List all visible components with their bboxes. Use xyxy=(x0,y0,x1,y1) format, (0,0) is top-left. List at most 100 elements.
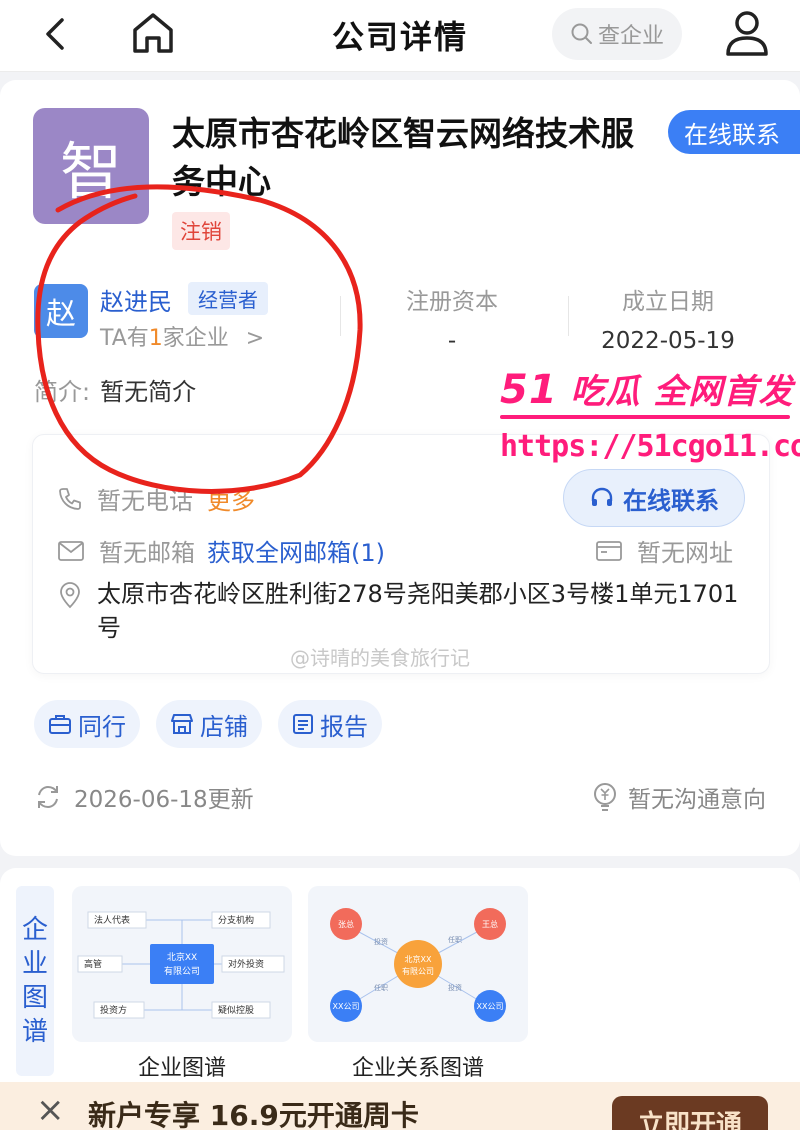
founding-date-value: 2022-05-19 xyxy=(601,328,735,354)
holder-avatar[interactable]: 赵 xyxy=(34,284,88,338)
company-logo: 智 xyxy=(33,108,149,224)
website-text: 暂无网址 xyxy=(637,539,733,567)
relationship-graph-caption: 企业关系图谱 xyxy=(351,1056,484,1081)
email-text: 暂无邮箱 xyxy=(99,539,195,567)
chip-peers[interactable]: 同行 xyxy=(34,700,140,748)
search-icon xyxy=(571,23,592,44)
top-nav: 公司详情 查企业 xyxy=(0,0,800,72)
holder-company-count-link[interactable]: TA有1家企业 > xyxy=(100,320,264,352)
watermark: @诗晴的美食旅行记 xyxy=(290,646,470,670)
overlay-promo: 51 吃瓜 全网首发 https://51cgo11.com xyxy=(500,364,800,464)
online-contact-button-label: 在线联系 xyxy=(623,486,719,515)
count-prefix: TA有 xyxy=(100,326,149,351)
intro-value: 暂无简介 xyxy=(100,378,197,406)
overlay-brand-number: 51 xyxy=(500,367,558,413)
phone-text: 暂无电话 xyxy=(97,487,193,515)
search-input[interactable]: 查企业 xyxy=(552,8,682,60)
quick-action-chips: 同行 店铺 报告 xyxy=(34,700,382,748)
graph1-node: 投资方 xyxy=(100,1004,127,1016)
chevron-right-icon: > xyxy=(245,326,265,351)
relationship-graph-card[interactable]: 北京XX 有限公司 张总 王总 XX公司 XX公司 投资 任职 任职 投资 xyxy=(308,886,528,1042)
report-icon xyxy=(293,714,313,734)
graph1-center-label: 有限公司 xyxy=(164,965,200,977)
graph2-node: 王总 xyxy=(482,919,498,929)
graph-tab-char: 图 xyxy=(21,983,48,1013)
location-pin-icon xyxy=(60,582,80,609)
contact-box: 暂无电话 更多 在线联系 暂无邮箱 获取全网邮箱(1) 暂无网址 太原市杏花岭区… xyxy=(32,434,770,674)
holder-name-link[interactable]: 赵进民 xyxy=(100,282,172,317)
intent-text: 暂无沟通意向 xyxy=(628,787,766,813)
company-detail-page: 公司详情 查企业 智 太原市杏花岭区智云网络技术服务中心 在线联系 注销 赵 赵… xyxy=(0,0,800,1130)
chip-report[interactable]: 报告 xyxy=(278,700,382,748)
founding-date-label: 成立日期 xyxy=(622,289,714,315)
overlay-line xyxy=(500,415,790,419)
update-time: 2026-06-18更新 xyxy=(34,780,254,814)
graph1-node: 分支机构 xyxy=(218,914,254,926)
graph-tab-char: 业 xyxy=(21,949,48,979)
company-intro: 简介: 暂无简介 xyxy=(34,372,196,407)
registered-capital-label: 注册资本 xyxy=(406,289,498,315)
holder-role-badge: 经营者 xyxy=(188,282,268,315)
search-placeholder: 查企业 xyxy=(598,24,665,49)
registered-capital-value: - xyxy=(447,328,457,354)
get-email-link[interactable]: 获取全网邮箱(1) xyxy=(207,533,385,568)
overlay-brand: 51 吃瓜 全网首发 xyxy=(500,364,795,413)
count-suffix: 家企业 xyxy=(162,326,229,351)
phone-row: 暂无电话 更多 xyxy=(57,481,255,516)
graph1-node: 法人代表 xyxy=(94,914,130,926)
overlay-url: https://51cgo11.com xyxy=(500,429,800,464)
enterprise-graph-card[interactable]: 北京XX 有限公司 法人代表 分支机构 高管 对外投资 投资方 疑似控股 xyxy=(72,886,292,1042)
store-icon xyxy=(171,714,193,734)
graph-tab-char: 谱 xyxy=(21,1017,48,1047)
email-row: 暂无邮箱 获取全网邮箱(1) xyxy=(57,533,385,568)
money-bulb-icon xyxy=(594,783,616,811)
graph2-center-label: 北京XX xyxy=(405,954,432,964)
graph1-node: 高管 xyxy=(84,958,102,970)
company-card: 智 太原市杏花岭区智云网络技术服务中心 在线联系 注销 赵 赵进民 经营者 TA… xyxy=(0,80,800,856)
graph2-node: XX公司 xyxy=(477,1002,504,1011)
online-contact-button[interactable]: 在线联系 xyxy=(563,469,745,527)
graph2-node: 张总 xyxy=(338,919,354,929)
chip-store-label: 店铺 xyxy=(200,712,248,741)
graph1-node: 疑似控股 xyxy=(218,1004,254,1016)
website-row: 暂无网址 xyxy=(595,533,733,568)
online-contact-tag[interactable]: 在线联系 xyxy=(668,110,800,154)
overlay-brand-text: 吃瓜 全网首发 xyxy=(570,372,794,412)
promo-text: 新户专享 16.9元开通周卡 xyxy=(88,1099,419,1130)
intro-label: 简介: xyxy=(34,378,91,406)
phone-icon xyxy=(59,487,81,510)
graph2-edge-label: 投资 xyxy=(448,983,462,992)
headset-icon xyxy=(591,487,613,506)
count-number: 1 xyxy=(148,326,163,351)
mail-icon xyxy=(58,540,84,561)
refresh-icon xyxy=(38,785,58,809)
graph2-node: XX公司 xyxy=(333,1002,360,1011)
user-icon[interactable] xyxy=(722,8,772,60)
website-icon xyxy=(596,540,622,561)
open-now-button[interactable]: 立即开通 xyxy=(612,1096,768,1130)
company-name: 太原市杏花岭区智云网络技术服务中心 xyxy=(172,114,634,201)
graph-tab-char: 企 xyxy=(21,915,48,945)
graph2-edge-label: 投资 xyxy=(374,937,388,946)
close-icon[interactable]: × xyxy=(36,1090,65,1130)
graph2-edge-label: 任职 xyxy=(374,983,388,992)
status-badge: 注销 xyxy=(172,212,230,250)
chip-store[interactable]: 店铺 xyxy=(156,700,262,748)
communication-intent[interactable]: 暂无沟通意向 xyxy=(592,780,766,814)
enterprise-graph-caption: 企业图谱 xyxy=(137,1056,226,1081)
registered-capital: 注册资本 - xyxy=(352,282,552,354)
enterprise-graph-section: 企 业 图 谱 北京XX 有限公司 法人代表 分支机构 高管 对外投资 投资方 … xyxy=(0,868,800,1098)
founding-date: 成立日期 2022-05-19 xyxy=(568,282,768,354)
graph2-center-label: 有限公司 xyxy=(402,966,434,976)
bottom-promo-bar: × 新户专享 16.9元开通周卡 立即开通 xyxy=(0,1082,800,1130)
address-text: 太原市杏花岭区胜利街278号尧阳美郡小区3号楼1单元1701号 xyxy=(97,580,739,642)
address-row[interactable]: 太原市杏花岭区胜利街278号尧阳美郡小区3号楼1单元1701号 xyxy=(57,577,757,645)
graph-section-tab: 企 业 图 谱 xyxy=(16,886,54,1076)
divider xyxy=(340,296,341,336)
briefcase-icon xyxy=(49,715,71,734)
chip-report-label: 报告 xyxy=(320,712,368,741)
chip-peers-label: 同行 xyxy=(78,712,126,741)
graph2-edge-label: 任职 xyxy=(448,935,462,944)
update-time-text: 2026-06-18更新 xyxy=(74,787,254,813)
phone-more-link[interactable]: 更多 xyxy=(207,481,255,516)
